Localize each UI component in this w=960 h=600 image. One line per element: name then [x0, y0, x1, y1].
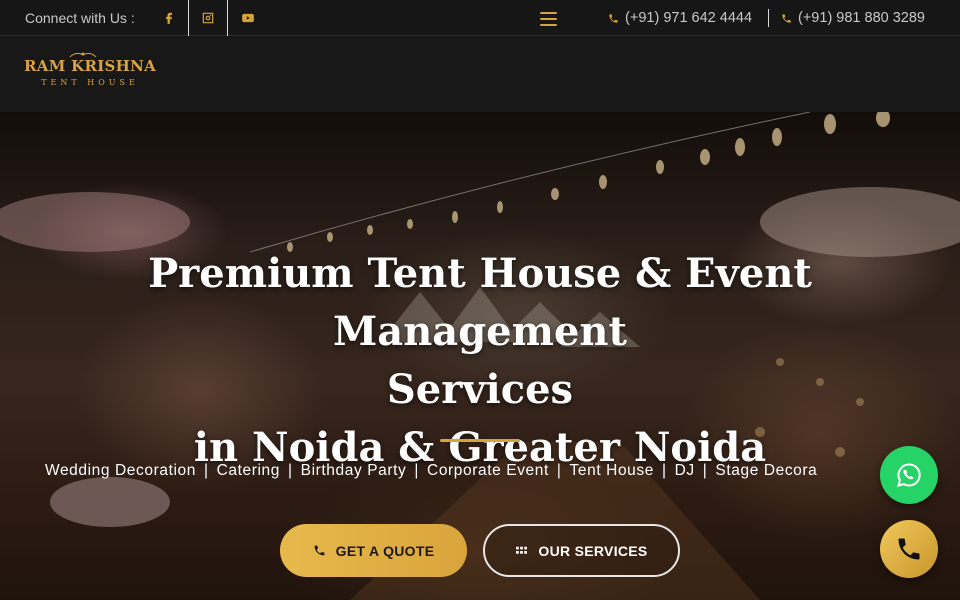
get-a-quote-label: GET A QUOTE [335, 542, 435, 559]
phone-divider [768, 9, 770, 27]
facebook-icon [166, 12, 172, 24]
service-item: Birthday Party [300, 462, 407, 479]
instagram-link[interactable] [189, 0, 228, 36]
grid-icon [516, 546, 528, 554]
logo[interactable]: RAM KRISHNA TENT HOUSE [24, 52, 157, 87]
site-header: RAM KRISHNA TENT HOUSE [0, 37, 960, 112]
our-services-label: OUR SERVICES [538, 542, 648, 559]
hero-title: Premium Tent House & Event Management Se… [0, 245, 960, 477]
get-a-quote-button[interactable]: GET A QUOTE [280, 524, 467, 577]
phone-icon [609, 13, 618, 23]
whatsapp-button[interactable] [880, 446, 938, 504]
hamburger-icon [540, 12, 557, 14]
phone-number-2: (+91) 981 880 3289 [798, 10, 925, 26]
social-links [150, 0, 267, 36]
phone-link-2[interactable]: (+91) 981 880 3289 [781, 10, 925, 26]
hero-section: Premium Tent House & Event Management Se… [0, 112, 960, 600]
hero-title-line-2: Services [386, 366, 574, 413]
logo-main-text: RAM KRISHNA [24, 57, 157, 75]
service-item: Corporate Event [427, 462, 549, 479]
facebook-link[interactable] [150, 0, 189, 36]
whatsapp-icon [897, 463, 921, 487]
call-button[interactable] [880, 520, 938, 578]
our-services-button[interactable]: OUR SERVICES [483, 524, 680, 577]
phone-link-1[interactable]: (+91) 971 642 4444 [608, 10, 752, 26]
service-item: Stage Decora [715, 462, 818, 479]
youtube-icon [241, 13, 254, 22]
connect-label: Connect with Us : [25, 9, 135, 26]
service-item: Tent House [569, 462, 654, 479]
top-bar: Connect with Us : (+91) 971 642 4444 (+9… [0, 0, 960, 36]
services-list: Wedding Decoration | Catering | Birthday Par… [45, 462, 818, 479]
phone-icon [898, 538, 920, 560]
title-divider [440, 439, 520, 442]
phone-number-1: (+91) 971 642 4444 [625, 10, 753, 26]
phone-numbers: (+91) 971 642 4444 (+91) 981 880 3289 [608, 0, 925, 36]
instagram-icon [202, 12, 214, 23]
phone-icon [782, 13, 791, 23]
logo-sub-text: TENT HOUSE [41, 78, 139, 87]
phone-icon [314, 545, 325, 556]
hero-title-line-1: Premium Tent House & Event Management [148, 250, 812, 355]
service-item: Catering [216, 462, 280, 479]
service-item: DJ [674, 462, 695, 479]
service-item: Wedding Decoration [45, 462, 196, 479]
youtube-link[interactable] [228, 0, 267, 36]
menu-toggle-button[interactable] [540, 12, 557, 26]
